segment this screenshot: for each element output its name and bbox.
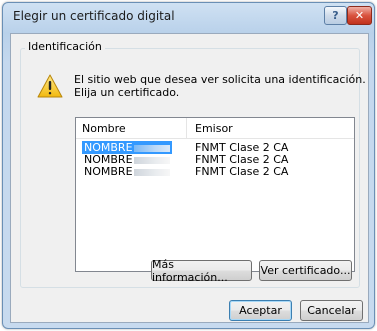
list-header: Nombre Emisor [76,118,354,139]
message-line-1: El sitio web que desea ver solicita una … [74,73,366,86]
cancel-button[interactable]: Cancelar [300,300,363,321]
accept-button[interactable]: Aceptar [229,300,292,321]
more-info-button[interactable]: Más información... [151,258,252,284]
dialog-body: Identificación El sitio web que desea ve… [10,33,369,323]
dialog-title: Elegir un certificado digital [13,9,175,23]
column-header-name[interactable]: Nombre [82,122,126,135]
help-button[interactable]: ? [324,6,347,25]
view-certificate-button[interactable]: Ver certificado... [259,260,352,281]
title-bar[interactable]: Elegir un certificado digital ? ✕ [3,3,374,33]
close-icon: ✕ [354,9,365,22]
certificate-name: NOMBRE [82,165,172,178]
message-line-2: Elija un certificado. [74,86,180,99]
certificate-dialog: Elegir un certificado digital ? ✕ Identi… [2,2,375,329]
list-item-certificate-3[interactable]: NOMBRE FNMT Clase 2 CA [76,165,354,178]
certificate-list[interactable]: Nombre Emisor NOMBRE FNMT Clase 2 CA NOM… [75,117,355,272]
certificate-issuer: FNMT Clase 2 CA [195,165,289,178]
column-separator[interactable] [186,118,187,139]
help-icon: ? [332,9,339,22]
group-label: Identificación [25,40,105,53]
warning-icon [37,74,63,98]
column-header-issuer[interactable]: Emisor [195,122,233,135]
close-button[interactable]: ✕ [347,6,372,25]
